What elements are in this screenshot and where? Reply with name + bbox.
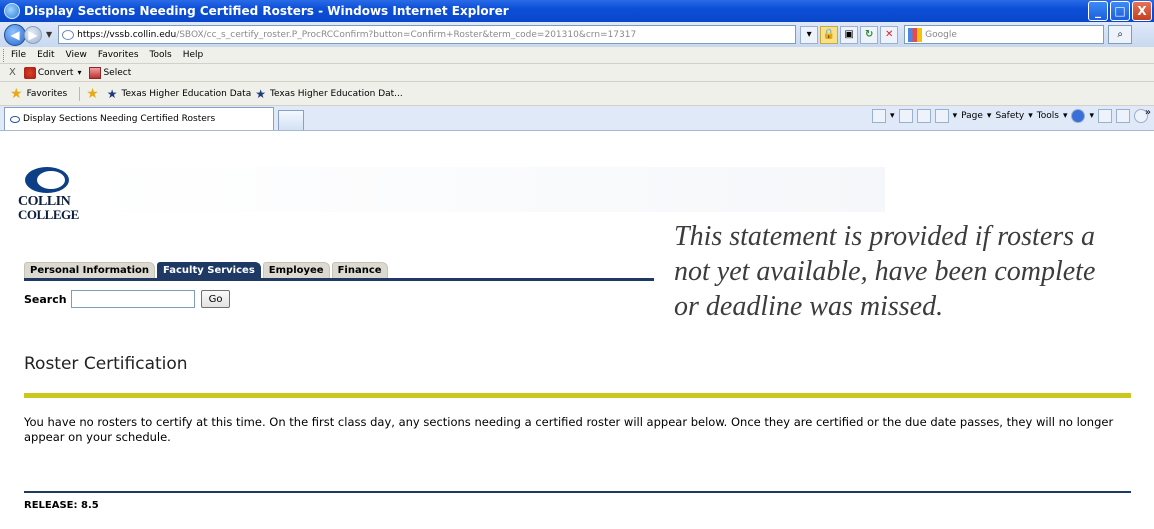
- google-icon: [908, 27, 923, 42]
- url-host: vssb.collin.edu: [109, 29, 177, 40]
- convert-toolbar: X Convert ▾ Select: [0, 64, 1154, 82]
- ie-logo-icon: [4, 3, 20, 19]
- annotation-line-3: or deadline was missed.: [674, 291, 944, 322]
- search-engine-placeholder: Google: [925, 29, 957, 40]
- go-button[interactable]: Go: [200, 290, 231, 308]
- address-row: ◀ ▶ ▼ https:// vssb.collin.edu /SBOX/cc_…: [0, 22, 1154, 47]
- menu-edit[interactable]: Edit: [37, 50, 54, 60]
- feeds-icon[interactable]: [898, 109, 913, 123]
- window-title: Display Sections Needing Certified Roste…: [24, 4, 509, 18]
- home-icon[interactable]: [872, 109, 887, 123]
- refresh-icon[interactable]: ↻: [860, 25, 879, 44]
- footer-rule: [24, 491, 1131, 493]
- history-dropdown-icon[interactable]: ▼: [46, 30, 52, 39]
- close-window-button[interactable]: X: [1132, 1, 1152, 21]
- favorite-link-2[interactable]: Texas Higher Education Dat...: [270, 89, 403, 99]
- logo-mark-icon: [25, 167, 69, 195]
- menu-bar: File Edit View Favorites Tools Help: [0, 47, 1154, 64]
- info-message: You have no rosters to certify at this t…: [24, 415, 1114, 444]
- convert-button[interactable]: Convert: [38, 68, 74, 78]
- add-favorite-icon[interactable]: ★: [86, 86, 99, 102]
- logo-line-2: COLLEGE: [18, 207, 79, 222]
- browser-window: Display Sections Needing Certified Roste…: [0, 0, 1154, 529]
- url-path: /SBOX/cc_s_certify_roster.P_ProcRCConfir…: [176, 29, 637, 40]
- print-icon[interactable]: [934, 109, 949, 123]
- favorite-link-icon: ★: [255, 86, 266, 101]
- collin-college-logo: COLLIN COLLEGE: [18, 167, 79, 221]
- back-button[interactable]: ◀: [4, 23, 26, 46]
- main-nav-tabs: Personal Information Faculty Services Em…: [24, 262, 390, 278]
- command-overflow-button[interactable]: »: [1145, 107, 1151, 118]
- menu-help[interactable]: Help: [183, 50, 204, 60]
- favorite-link-1[interactable]: Texas Higher Education Data: [122, 89, 252, 99]
- new-tab-button[interactable]: [278, 110, 304, 130]
- toolbar-close-button[interactable]: X: [9, 67, 16, 78]
- window-controls: _ □ X: [1088, 1, 1152, 21]
- annotation-line-1: This statement is provided if rosters a: [674, 221, 1096, 252]
- safety-menu[interactable]: Safety: [995, 111, 1024, 121]
- tools-dropdown-icon[interactable]: ▾: [1063, 111, 1068, 121]
- browser-tab-label: Display Sections Needing Certified Roste…: [23, 114, 216, 124]
- search-button[interactable]: ⌕: [1108, 25, 1133, 44]
- favorites-button[interactable]: Favorites: [27, 89, 68, 99]
- help-icon[interactable]: [1071, 109, 1086, 123]
- page-content: COLLIN COLLEGE Personal Information Facu…: [0, 131, 1154, 529]
- tab-favicon-icon: [10, 115, 20, 123]
- minimize-button[interactable]: _: [1088, 1, 1108, 21]
- menu-view[interactable]: View: [66, 50, 87, 60]
- search-input[interactable]: [70, 290, 195, 308]
- title-rule: [24, 393, 1131, 398]
- favorites-bar: ★ Favorites ★ ★ Texas Higher Education D…: [0, 82, 1154, 106]
- menu-tools[interactable]: Tools: [150, 50, 172, 60]
- convert-dropdown-icon[interactable]: ▾: [77, 68, 81, 77]
- menu-favorites[interactable]: Favorites: [98, 50, 139, 60]
- site-search: Search Go: [24, 290, 231, 308]
- onenote-icon[interactable]: [1116, 109, 1130, 123]
- page-title: Roster Certification: [24, 354, 188, 374]
- help-dropdown-icon[interactable]: ▾: [1089, 111, 1094, 121]
- nav-underline: [24, 278, 654, 281]
- maximize-button[interactable]: □: [1110, 1, 1130, 21]
- address-icons: ▾ 🔒 ▣ ↻ ✕: [800, 25, 899, 44]
- tab-finance[interactable]: Finance: [331, 262, 388, 278]
- tools-menu[interactable]: Tools: [1037, 111, 1059, 121]
- convert-icon: [23, 66, 36, 79]
- select-button[interactable]: Select: [103, 68, 131, 78]
- page-dropdown-icon[interactable]: ▾: [987, 111, 992, 121]
- tab-employee[interactable]: Employee: [262, 262, 330, 278]
- stop-icon[interactable]: ✕: [880, 25, 899, 44]
- browser-tab[interactable]: Display Sections Needing Certified Roste…: [4, 107, 274, 130]
- address-bar[interactable]: https:// vssb.collin.edu /SBOX/cc_s_cert…: [58, 25, 797, 44]
- annotation-callout: This statement is provided if rosters a …: [674, 219, 1154, 324]
- select-icon: [89, 66, 102, 79]
- site-icon: [62, 29, 75, 40]
- lock-icon[interactable]: 🔒: [820, 25, 839, 44]
- research-icon[interactable]: [1098, 109, 1112, 123]
- read-mail-icon[interactable]: [916, 109, 931, 123]
- title-bar: Display Sections Needing Certified Roste…: [0, 0, 1154, 22]
- command-bar: ▾ ▾ Page ▾ Safety ▾ Tools ▾ ▾: [872, 109, 1148, 123]
- tab-bar: Display Sections Needing Certified Roste…: [0, 106, 1154, 131]
- tab-personal-information[interactable]: Personal Information: [24, 262, 155, 278]
- annotation-line-2: not yet available, have been complete: [674, 256, 1096, 287]
- favorite-link-icon: ★: [106, 86, 118, 101]
- address-dropdown-icon[interactable]: ▾: [800, 25, 819, 44]
- logo-text: COLLIN COLLEGE: [18, 195, 79, 222]
- favorites-star-icon: ★: [10, 85, 23, 102]
- header-banner: [90, 167, 885, 212]
- forward-button[interactable]: ▶: [24, 25, 42, 44]
- toolbar-grip: [3, 48, 6, 62]
- compatibility-icon[interactable]: ▣: [840, 25, 859, 44]
- release-label: RELEASE: 8.5: [24, 500, 99, 511]
- menu-file[interactable]: File: [11, 50, 26, 60]
- print-dropdown-icon[interactable]: ▾: [953, 111, 958, 121]
- safety-dropdown-icon[interactable]: ▾: [1028, 111, 1033, 121]
- search-engine-input[interactable]: Google: [904, 25, 1105, 44]
- favorites-separator: [79, 86, 81, 101]
- url-scheme: https://: [77, 29, 110, 40]
- search-label: Search: [24, 292, 67, 306]
- home-dropdown-icon[interactable]: ▾: [890, 111, 895, 121]
- page-menu[interactable]: Page: [961, 111, 983, 121]
- tab-faculty-services[interactable]: Faculty Services: [157, 262, 261, 278]
